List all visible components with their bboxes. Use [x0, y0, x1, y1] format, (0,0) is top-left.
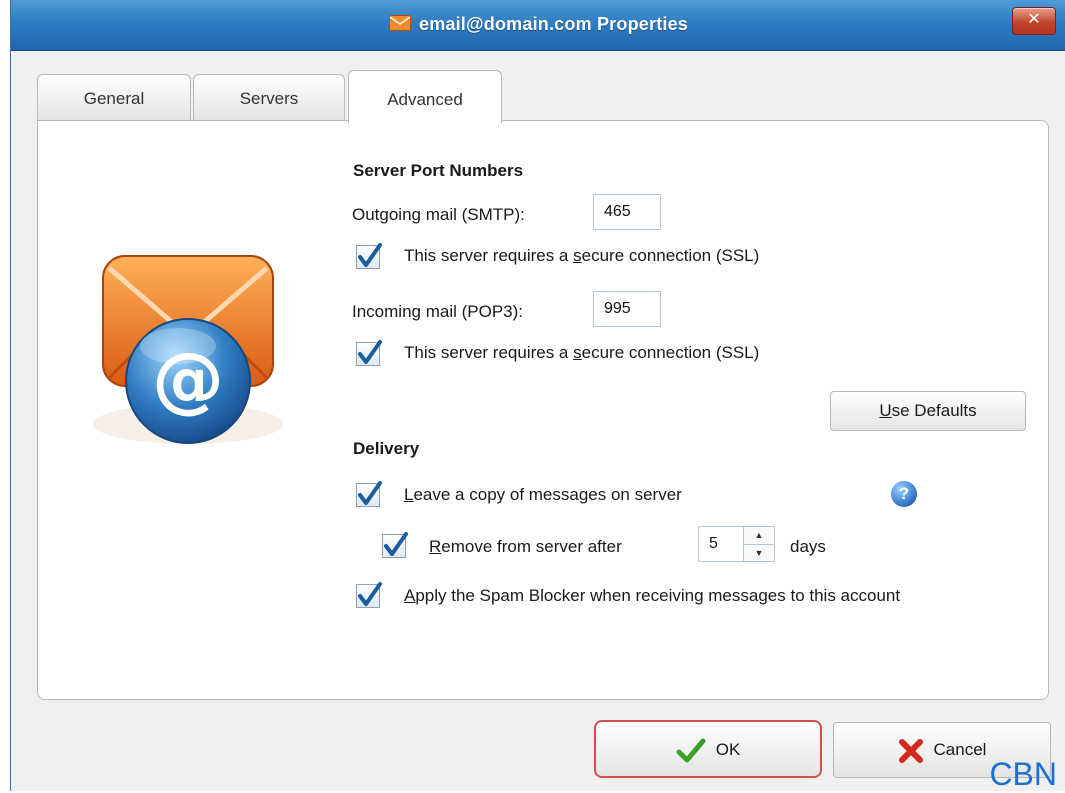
window-title-row: email@domain.com Properties	[11, 14, 1065, 35]
remove-after-checkbox[interactable]	[382, 532, 408, 558]
watermark: CBN	[989, 756, 1057, 792]
incoming-ssl-label: This server requires a secure connection…	[404, 343, 759, 363]
remove-days-field[interactable]: 5	[698, 526, 744, 562]
days-label: days	[790, 537, 826, 556]
close-icon: ✕	[1027, 11, 1041, 28]
window-title: email@domain.com Properties	[418, 14, 689, 34]
incoming-ssl-accesskey: s	[573, 343, 582, 362]
days-stepper[interactable]: ▲ ▼	[743, 526, 775, 562]
leave-copy-text: eave a copy of messages on server	[413, 485, 682, 504]
leave-copy-checkbox[interactable]	[356, 481, 382, 507]
incoming-ssl-checkbox[interactable]	[356, 340, 382, 366]
tab-advanced[interactable]: Advanced	[348, 70, 502, 123]
ok-label: OK	[715, 740, 741, 759]
outgoing-ssl-text-a: This server requires a	[404, 246, 574, 265]
stepper-down-icon[interactable]: ▼	[744, 545, 774, 562]
outgoing-label: Outgoing mail (SMTP):	[352, 205, 525, 224]
tab-advanced-label: Advanced	[387, 90, 463, 109]
spam-blocker-label: Apply the Spam Blocker when receiving me…	[404, 586, 900, 606]
remove-after-label: Remove from server after	[429, 537, 622, 557]
outgoing-ssl-label: This server requires a secure connection…	[404, 246, 759, 266]
advanced-panel: @ Server Port Numbers Outgoing mail (SMT…	[37, 120, 1049, 700]
checkmark-icon	[384, 532, 408, 556]
svg-text:@: @	[152, 337, 224, 421]
remove-after-accesskey: R	[429, 537, 442, 556]
spam-blocker-text: pply the Spam Blocker when receiving mes…	[415, 586, 901, 605]
tab-servers-label: Servers	[239, 89, 299, 108]
close-button[interactable]: ✕	[1012, 7, 1056, 35]
remove-after-text: emove from server after	[441, 537, 622, 556]
tab-general[interactable]: General	[37, 74, 191, 121]
outgoing-port-field[interactable]: 465	[593, 194, 661, 230]
stepper-up-icon[interactable]: ▲	[744, 527, 774, 545]
properties-window: email@domain.com Properties ✕ General Se…	[10, 0, 1065, 791]
incoming-port-field[interactable]: 995	[593, 291, 661, 327]
help-icon[interactable]: ?	[891, 481, 917, 507]
tab-servers[interactable]: Servers	[193, 74, 345, 121]
incoming-ssl-text-a: This server requires a	[404, 343, 574, 362]
tab-general-label: General	[83, 89, 145, 108]
email-at-envelope-icon: @	[93, 255, 283, 444]
ok-button[interactable]: OK	[594, 720, 822, 778]
spam-blocker-checkbox[interactable]	[356, 582, 382, 608]
red-x-icon	[898, 738, 923, 763]
checkmark-icon	[676, 738, 706, 763]
checkmark-icon	[358, 582, 382, 606]
outgoing-ssl-text-b: ecure connection (SSL)	[581, 246, 760, 265]
checkmark-icon	[358, 340, 382, 364]
cancel-label: Cancel	[933, 740, 987, 759]
leave-copy-label: Leave a copy of messages on server	[404, 485, 682, 505]
title-bar[interactable]: email@domain.com Properties ✕	[11, 0, 1065, 51]
checkmark-icon	[358, 481, 382, 505]
use-defaults-button[interactable]: Use Defaults	[830, 391, 1026, 431]
incoming-ssl-text-b: ecure connection (SSL)	[581, 343, 760, 362]
checkmark-icon	[358, 243, 382, 267]
spam-blocker-accesskey: A	[404, 586, 416, 605]
delivery-heading: Delivery	[353, 439, 420, 458]
incoming-label: Incoming mail (POP3):	[352, 302, 523, 321]
server-ports-heading: Server Port Numbers	[353, 161, 524, 180]
use-defaults-label: se Defaults	[891, 401, 977, 420]
outgoing-ssl-checkbox[interactable]	[356, 243, 382, 269]
use-defaults-accesskey: U	[879, 401, 892, 420]
outgoing-ssl-accesskey: s	[573, 246, 582, 265]
envelope-icon	[388, 15, 411, 32]
